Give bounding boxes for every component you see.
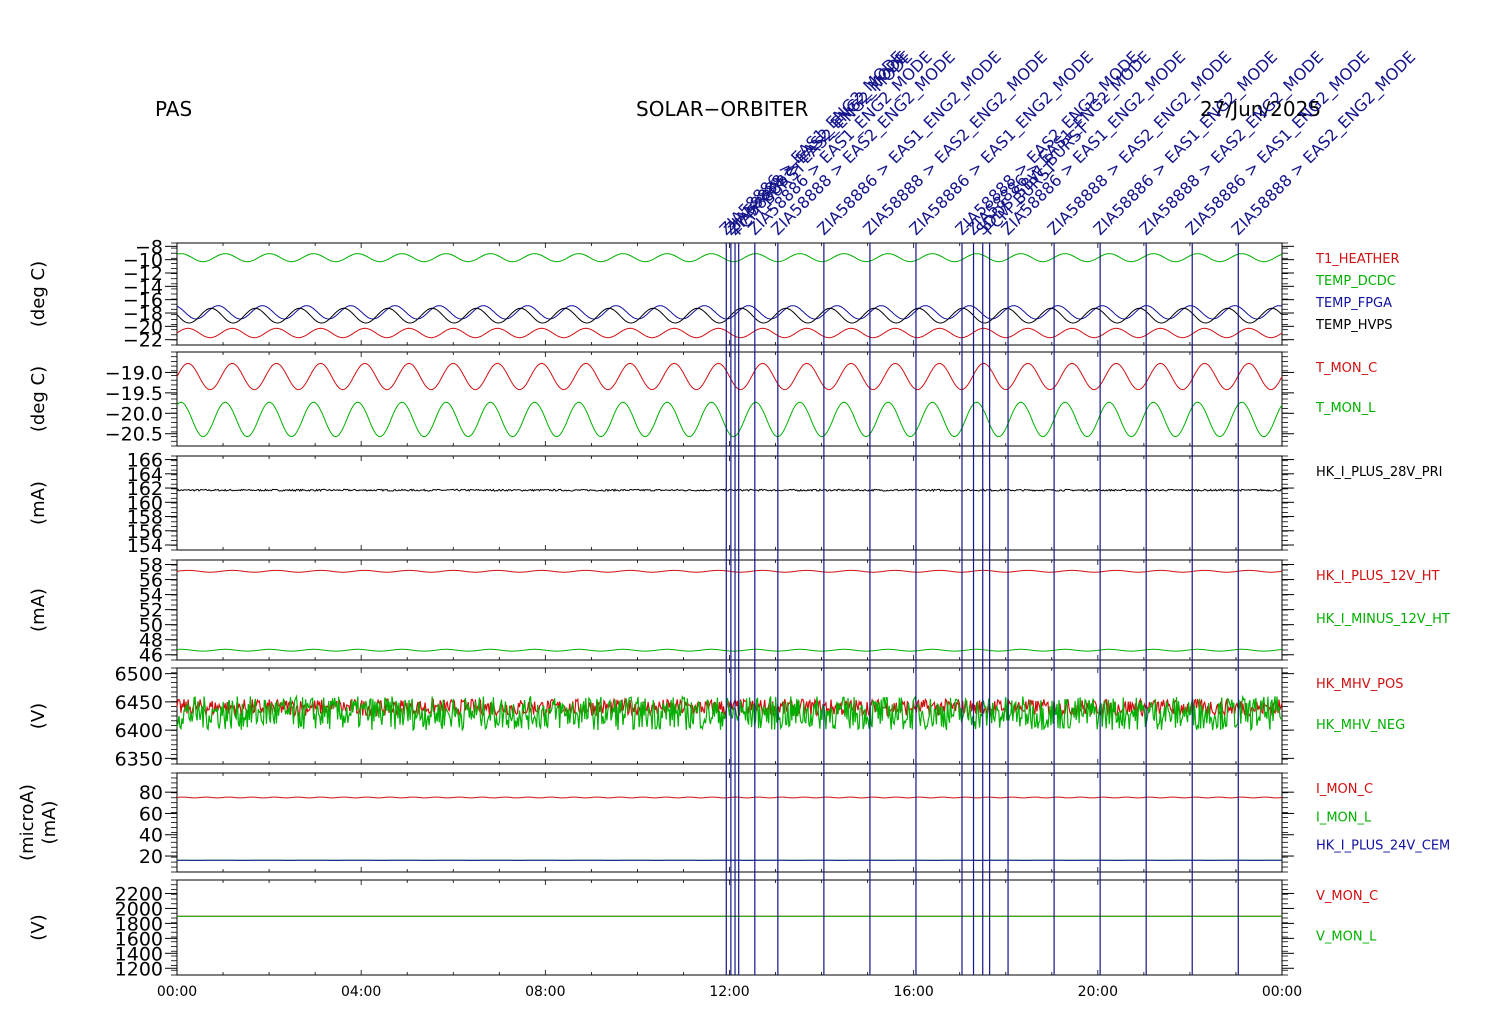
y-tick-label: 40 <box>139 825 163 847</box>
panel-6: 20406080 (microA) (mA) I_MON_C I_MON_L HK_I_P… <box>17 772 1450 873</box>
x-tick-label: 08:00 <box>525 984 565 1000</box>
y-tick-label: 60 <box>139 803 163 825</box>
panel-frame <box>176 559 1283 661</box>
events-layer: ZIA58886 > EAS1_ENG2_MODEZIA58888 > EAS2… <box>716 47 1420 975</box>
series-line-i-mon-c <box>176 796 1283 799</box>
panel-5: 6350 6400 6450 6500 (V) HK_MHV_POS HK_MHV_NEG <box>28 664 1405 771</box>
x-tick-label: 00:00 <box>1262 984 1302 1000</box>
y-axis-label: (mA) <box>28 588 49 632</box>
panel-7: 120014001600180020002200(V)V_MON_CV_MON_… <box>28 879 1378 980</box>
y-tick-label: −20.0 <box>105 403 163 425</box>
legend-label: HK_I_MINUS_12V_HT <box>1316 612 1450 627</box>
y-tick-label: 2200 <box>115 883 163 905</box>
y-axis-label: (deg C) <box>28 366 49 432</box>
housekeeping-chart: −8−10−12−14−16−18−20−22(deg C)T1_HEATHER… <box>17 47 1450 1000</box>
y-tick-label: 6500 <box>115 664 163 686</box>
y-tick-label: −20.5 <box>105 424 163 446</box>
panels-layer: −8−10−12−14−16−18−20−22(deg C)T1_HEATHER… <box>17 236 1450 980</box>
y-tick-label: −22 <box>123 330 163 352</box>
y-tick-label: 80 <box>139 782 163 804</box>
y-tick-label: −19.0 <box>105 362 163 384</box>
legend-label: T1_HEATHER <box>1315 252 1400 267</box>
legend-label: HK_I_PLUS_24V_CEM <box>1316 839 1450 854</box>
series-line-t-mon-l <box>176 401 1283 438</box>
series-line-hk-i-plus-12v-ht <box>176 569 1283 573</box>
panel-frame <box>176 242 1283 346</box>
y-tick-label: 20 <box>139 846 163 868</box>
x-tick-label: 04:00 <box>341 984 381 1000</box>
legend-label: T_MON_C <box>1315 361 1377 376</box>
legend-label: HK_I_PLUS_12V_HT <box>1316 569 1440 584</box>
y-axis-label: (deg C) <box>28 261 49 327</box>
series-line-hk-mhv-neg <box>176 694 1283 732</box>
legend-label: HK_I_PLUS_28V_PRI <box>1316 465 1442 480</box>
y-axis-label: (V) <box>28 914 49 940</box>
y-axis-label: (V) <box>28 703 49 729</box>
panel-frame <box>176 455 1283 551</box>
legend-label: T_MON_L <box>1315 401 1376 416</box>
panel-2: −19.0−19.5−20.0−20.5 (deg C) T_MON_C T_MON_… <box>28 351 1377 447</box>
y-tick-label: 6400 <box>115 720 163 742</box>
legend-label: HK_MHV_NEG <box>1316 718 1405 733</box>
x-axis: 00:00 04:00 08:00 12:00 16:00 20:00 00:00 <box>157 984 1302 1000</box>
legend-label: TEMP_FPGA <box>1315 296 1392 311</box>
series-line-hk-i-minus-12v-ht <box>176 648 1282 652</box>
legend-label: V_MON_C <box>1316 889 1378 904</box>
y-axis-label: (mA) <box>39 801 60 845</box>
y-tick-label: 6350 <box>115 748 163 770</box>
legend-label: TEMP_DCDC <box>1315 274 1396 289</box>
y-tick-label: 6450 <box>115 692 163 714</box>
legend-label: I_MON_C <box>1316 782 1373 797</box>
legend-label: V_MON_L <box>1316 930 1377 945</box>
x-tick-label: 16:00 <box>893 984 933 1000</box>
series-line-hk-i-plus-28v-pri <box>176 488 1283 493</box>
x-tick-label: 12:00 <box>709 984 749 1000</box>
panel-frame <box>176 772 1283 873</box>
series-line-t1-heather <box>176 327 1283 339</box>
x-tick-label: 20:00 <box>1078 984 1118 1000</box>
legend-label: TEMP_HVPS <box>1315 318 1392 333</box>
panel-1: −8−10−12−14−16−18−20−22(deg C)T1_HEATHER… <box>28 236 1400 351</box>
x-tick-label: 00:00 <box>157 984 197 1000</box>
y-axis-label: (mA) <box>28 481 49 525</box>
series-line-temp-dcdc <box>176 253 1283 263</box>
y-axis-label: (microA) <box>17 784 38 861</box>
panel-frame <box>176 351 1283 447</box>
series-line-t-mon-c <box>176 362 1283 391</box>
y-tick-label: 166 <box>127 450 163 472</box>
y-tick-label: −19.5 <box>105 383 163 405</box>
panel-frame <box>176 879 1283 976</box>
legend-label: I_MON_L <box>1316 810 1372 825</box>
legend-label: HK_MHV_POS <box>1316 677 1404 692</box>
y-tick-label: 58 <box>139 555 163 577</box>
